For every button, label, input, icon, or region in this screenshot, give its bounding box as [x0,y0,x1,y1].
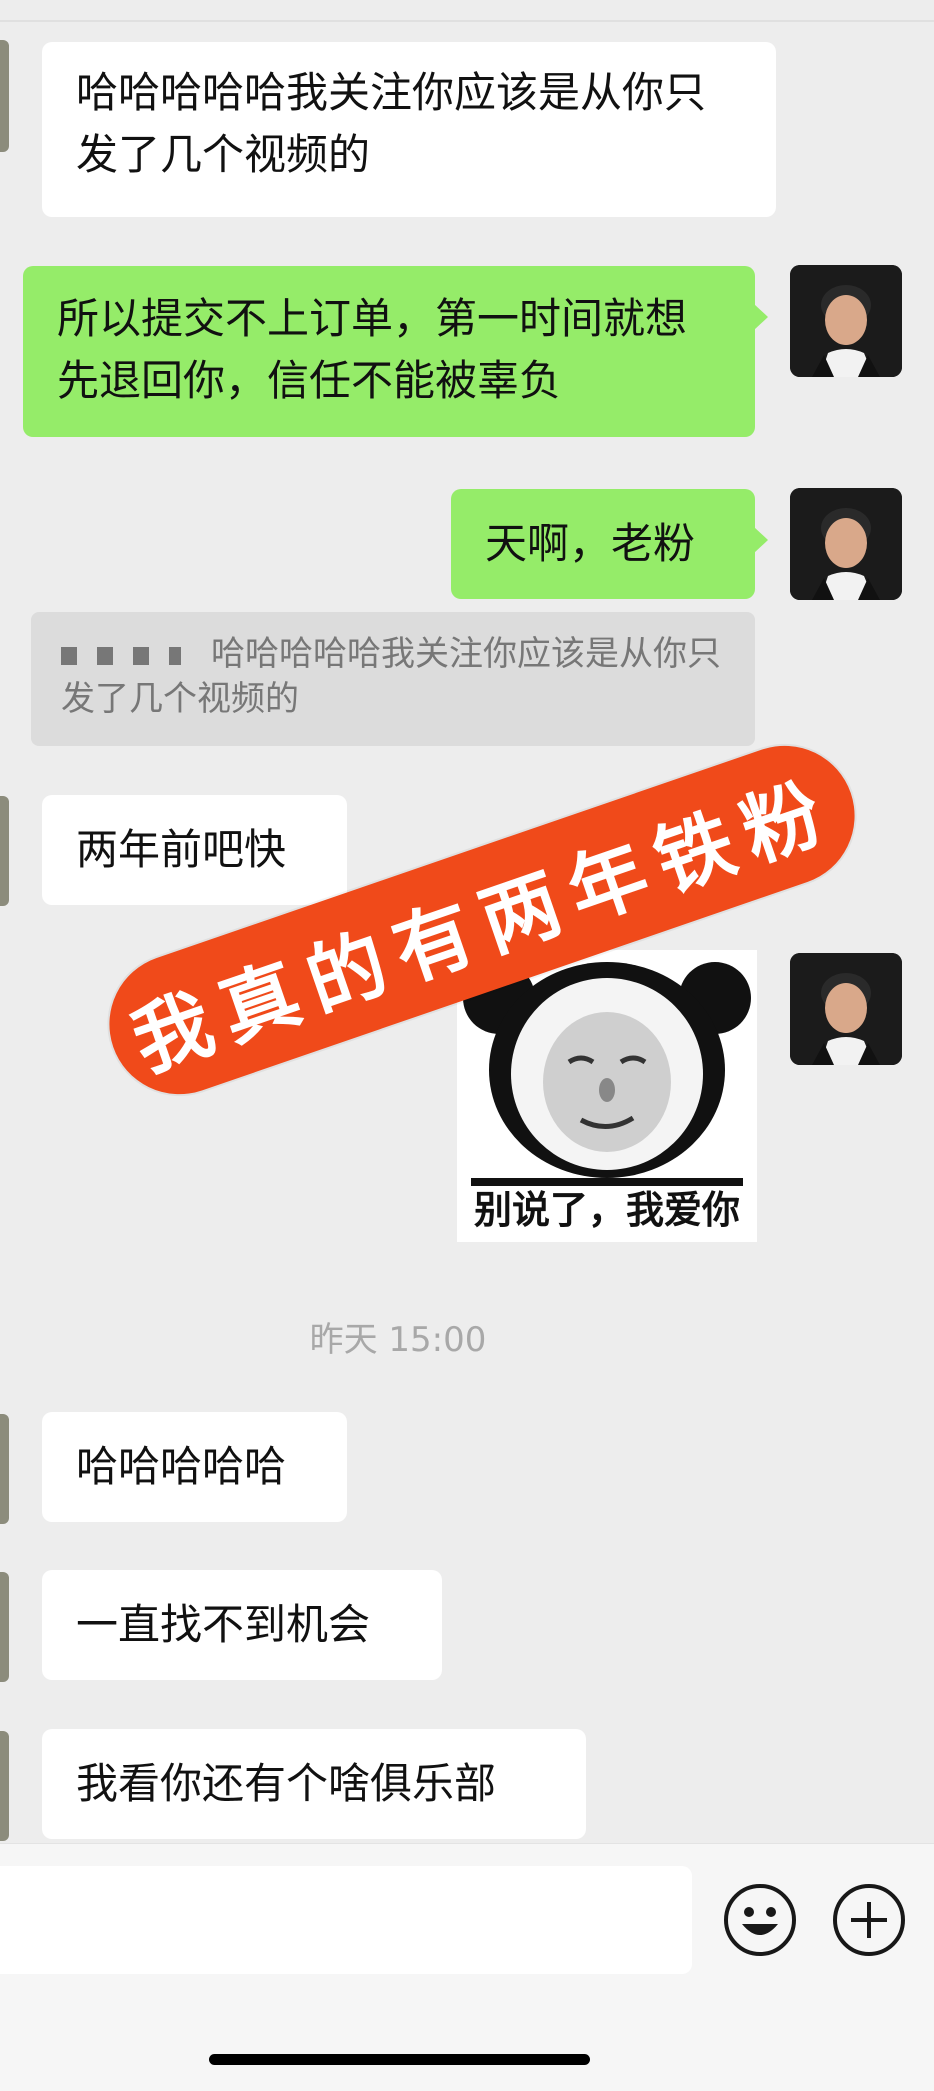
contact-avatar-edge[interactable] [0,796,9,906]
my-avatar[interactable] [790,265,902,377]
blurred-sender-name [61,646,181,665]
sticker-message[interactable]: 别说了，我爱你 [457,950,757,1242]
message-input[interactable] [0,1866,692,1974]
top-divider [0,20,934,22]
message-text: 所以提交不上订单，第一时间就想先退回你，信任不能被辜负 [57,294,688,405]
sticker-caption: 别说了，我爱你 [473,1188,740,1232]
message-text: 一直找不到机会 [76,1600,371,1649]
message-bubble-outgoing[interactable]: 天啊，老粉 [451,489,768,599]
message-text: 我看你还有个啥俱乐部 [76,1759,497,1808]
emoji-icon[interactable] [724,1884,796,1956]
contact-avatar-edge[interactable] [0,1731,9,1841]
plus-symbol-icon [851,1902,887,1938]
message-bubble-incoming[interactable]: 两年前吧快 [42,795,347,905]
message-timestamp: 昨天 15:00 [309,1320,487,1360]
message-bubble-incoming[interactable]: 我看你还有个啥俱乐部 [42,1729,586,1839]
contact-avatar-edge[interactable] [0,40,9,152]
chat-input-bar [0,1843,934,2091]
avatar-photo-icon [790,488,902,600]
quoted-reply[interactable]: 哈哈哈哈哈我关注你应该是从你只发了几个视频的 [31,612,755,746]
message-bubble-outgoing[interactable]: 所以提交不上订单，第一时间就想先退回你，信任不能被辜负 [23,266,768,437]
message-text: 天啊，老粉 [485,519,696,568]
home-indicator[interactable] [209,2054,590,2065]
avatar-photo-icon [790,265,902,377]
plus-icon[interactable] [833,1884,905,1956]
message-text: 两年前吧快 [76,825,287,874]
contact-avatar-edge[interactable] [0,1414,9,1524]
message-bubble-incoming[interactable]: 哈哈哈哈哈我关注你应该是从你只发了几个视频的 [42,42,776,217]
smiley-face-icon [742,1907,778,1935]
my-avatar[interactable] [790,953,902,1065]
message-bubble-incoming[interactable]: 哈哈哈哈哈 [42,1412,347,1522]
message-text: 哈哈哈哈哈 [76,1442,287,1491]
avatar-photo-icon [790,953,902,1065]
message-text: 哈哈哈哈哈我关注你应该是从你只发了几个视频的 [76,68,707,179]
contact-avatar-edge[interactable] [0,1572,9,1682]
my-avatar[interactable] [790,488,902,600]
message-bubble-incoming[interactable]: 一直找不到机会 [42,1570,442,1680]
